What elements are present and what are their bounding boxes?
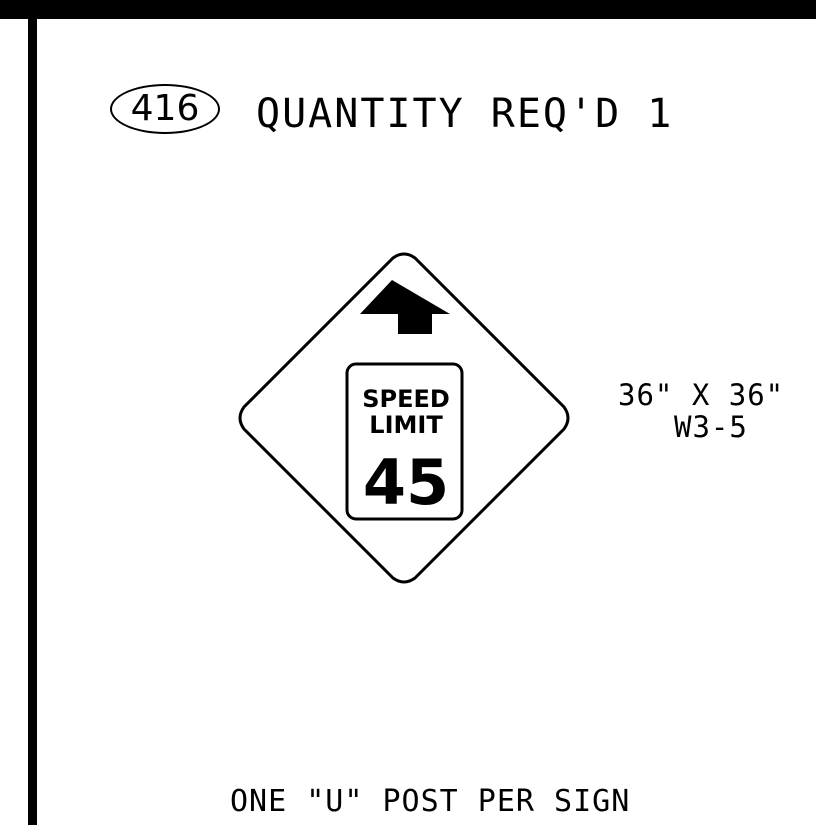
- speed-reduction-ahead-sign: SPEED LIMIT 45: [238, 252, 570, 584]
- sign-number-callout: 416: [110, 84, 220, 134]
- quantity-required: QUANTITY REQ'D 1: [256, 94, 673, 134]
- sign-size-block: 36" X 36" W3-5: [618, 379, 816, 443]
- sheet-left-border: [28, 0, 37, 825]
- limit-text: LIMIT: [369, 411, 443, 439]
- post-note: ONE "U" POST PER SIGN: [230, 784, 631, 819]
- sign-number: 416: [130, 88, 200, 129]
- quantity-label: QUANTITY REQ'D 1: [256, 91, 674, 137]
- sign-dimensions: 36" X 36": [618, 378, 785, 412]
- sign-code: W3-5: [674, 410, 748, 444]
- speed-text: SPEED: [362, 385, 450, 413]
- sheet-top-border: [0, 0, 816, 19]
- speed-value: 45: [363, 446, 449, 519]
